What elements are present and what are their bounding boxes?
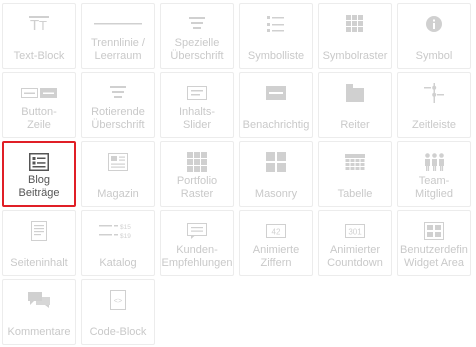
widget-label: Magazin (97, 188, 139, 200)
widget-label: Portfolio Raster (176, 175, 218, 200)
timeline-icon (398, 83, 470, 103)
widget-tile-portfolio-grid[interactable]: Portfolio Raster (160, 141, 234, 207)
svg-text:$15: $15 (120, 224, 131, 231)
button-row-icon (3, 83, 75, 103)
testimonials-icon (161, 221, 233, 241)
widget-label: Tabelle (337, 188, 373, 200)
svg-text:$19: $19 (120, 233, 131, 239)
icon-list-icon (240, 14, 312, 34)
widget-tile-masonry[interactable]: Masonry (239, 141, 313, 207)
code-block-icon: <> (82, 290, 154, 310)
blog-posts-icon (4, 152, 74, 172)
widget-tile-timeline[interactable]: Zeitleiste (397, 72, 471, 138)
widget-tile-blog-posts[interactable]: Blog Beiträge (2, 141, 76, 207)
widget-label: Symbolraster (322, 50, 388, 62)
divider-icon (82, 14, 154, 34)
svg-text:T: T (39, 18, 47, 32)
comments-icon (3, 290, 75, 310)
widget-tile-page-content[interactable]: Seiteninhalt (2, 210, 76, 276)
widget-tile-team-member[interactable]: Team- Mitglied (397, 141, 471, 207)
countdown-icon: 301 (319, 221, 391, 241)
widget-tile-divider[interactable]: Trennlinie / Leerraum (81, 3, 155, 69)
widget-area-icon (398, 221, 470, 241)
widget-tile-testimonials[interactable]: Kunden- Empfehlungen (160, 210, 234, 276)
widget-tile-catalog[interactable]: $15 $19 Katalog (81, 210, 155, 276)
widget-tile-icon-list[interactable]: Symbolliste (239, 3, 313, 69)
portfolio-grid-icon (161, 152, 233, 172)
text-block-icon: TT (3, 14, 75, 34)
widget-tile-text-block[interactable]: T T Text-Block (2, 3, 76, 69)
widget-label: Masonry (254, 188, 298, 200)
widget-label: Animierte Ziffern (252, 244, 300, 269)
masonry-icon (240, 152, 312, 172)
widget-label: Kunden- Empfehlungen (161, 244, 233, 269)
widget-tile-comments[interactable]: Kommentare (2, 279, 76, 345)
widget-label: Trennlinie / Leerraum (90, 37, 145, 62)
widget-label: Symbolliste (247, 50, 305, 62)
widget-label: Katalog (99, 257, 137, 269)
catalog-icon: $15 $19 (82, 221, 154, 241)
team-member-icon (398, 152, 470, 172)
widget-label: Symbol (415, 50, 453, 62)
widget-label: Code-Block (89, 326, 147, 338)
widget-tile-info[interactable]: Symbol (397, 3, 471, 69)
widget-label: Inhalts- Slider (178, 106, 216, 131)
info-icon (398, 14, 470, 34)
widget-label: Text-Block (13, 50, 65, 62)
icon-grid-icon (319, 14, 391, 34)
widget-label: Zeitleiste (411, 119, 457, 131)
widget-label: Kommentare (7, 326, 71, 338)
widget-label: Benutzerdefin Widget Area (400, 244, 468, 269)
content-slider-icon (161, 83, 233, 103)
widget-label: Seiteninhalt (10, 257, 68, 269)
svg-text:<>: <> (114, 298, 122, 306)
widget-label: Spezielle Überschrift (170, 37, 224, 62)
widget-label: Team- Mitglied (415, 175, 453, 200)
widget-tile-button-row[interactable]: Button- Zeile (2, 72, 76, 138)
widget-tile-code-block[interactable]: <> Code-Block (81, 279, 155, 345)
widget-tile-tabs[interactable]: Reiter (318, 72, 392, 138)
notification-icon (240, 83, 312, 103)
special-heading-icon (161, 14, 233, 34)
tabs-icon (319, 83, 391, 103)
widget-tile-widget-area[interactable]: Benutzerdefin Widget Area (397, 210, 471, 276)
widget-label: Benachrichtig (242, 119, 310, 131)
widget-tile-notification[interactable]: Benachrichtig (239, 72, 313, 138)
widget-tile-animated-numbers[interactable]: 42 Animierte Ziffern (239, 210, 313, 276)
widget-label: Animierter Countdown (327, 244, 383, 269)
svg-text:301: 301 (348, 228, 362, 237)
widget-tile-icon-grid[interactable]: Symbolraster (318, 3, 392, 69)
widget-tile-countdown[interactable]: 301 Animierter Countdown (318, 210, 392, 276)
rotating-heading-icon (82, 83, 154, 103)
page-content-icon (3, 221, 75, 241)
svg-text:T: T (30, 17, 39, 32)
widget-tile-content-slider[interactable]: Inhalts- Slider (160, 72, 234, 138)
widget-tile-magazine[interactable]: Magazin (81, 141, 155, 207)
widget-label: Button- Zeile (21, 106, 57, 131)
animated-numbers-icon: 42 (240, 221, 312, 241)
table-icon (319, 152, 391, 172)
magazine-icon (82, 152, 154, 172)
svg-text:42: 42 (272, 228, 281, 237)
widget-tile-table[interactable]: Tabelle (318, 141, 392, 207)
widget-label: Blog Beiträge (18, 174, 60, 199)
widget-label: Reiter (340, 119, 370, 131)
widget-label: Rotierende Überschrift (91, 106, 145, 131)
widget-tile-special-heading[interactable]: Spezielle Überschrift (160, 3, 234, 69)
widget-tile-rotating-heading[interactable]: Rotierende Überschrift (81, 72, 155, 138)
